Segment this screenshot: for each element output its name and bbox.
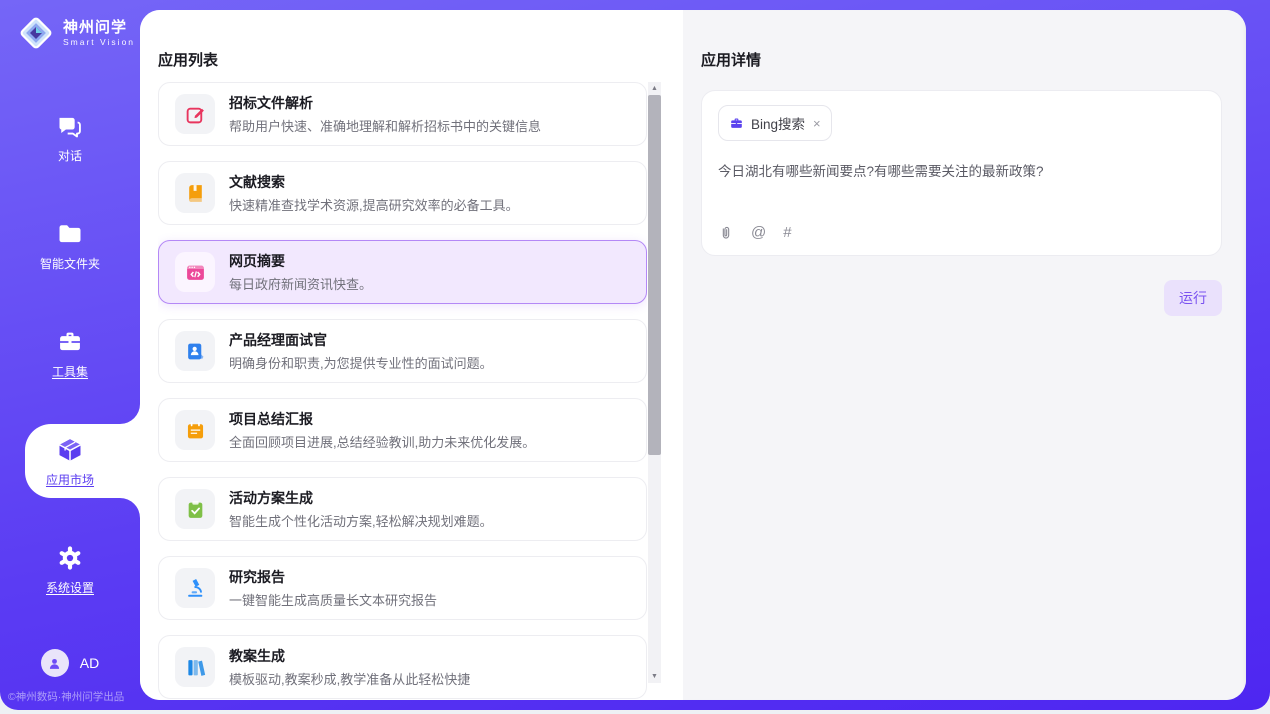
app-detail-panel: 应用详情 Bing搜索 × 今日湖北有哪些新闻要点?有哪些需要关注的最新政策? [683,10,1246,700]
microscope-icon [185,578,206,599]
main-content: 应用列表 招标文件解析 帮助用户快速、准确地理解和解析招标书中的关键信息 [140,10,1246,700]
user-name: AD [80,655,99,671]
chat-icon [56,112,84,140]
app-name: 网页摘要 [229,252,372,270]
app-name: 教案生成 [229,647,470,665]
app-card-literature-search[interactable]: 文献搜索 快速精准查找学术资源,提高研究效率的必备工具。 [158,161,647,225]
briefcase-icon [729,116,744,131]
scrollbar[interactable]: ▲ ▼ [648,82,661,683]
app-card-bid-parse[interactable]: 招标文件解析 帮助用户快速、准确地理解和解析招标书中的关键信息 [158,82,647,146]
app-description: 明确身份和职责,为您提供专业性的面试问题。 [229,353,493,372]
app-window: 神州问学 Smart Vision 对话 智能文件夹 [0,0,1270,710]
sidebar-item-app-market[interactable]: 应用市场 [0,436,140,489]
app-description: 智能生成个性化活动方案,轻松解决规划难题。 [229,511,493,530]
scrollbar-thumb[interactable] [648,95,661,455]
app-name: 文献搜索 [229,173,519,191]
app-card-research-report[interactable]: 研究报告 一键智能生成高质量长文本研究报告 [158,556,647,620]
query-text[interactable]: 今日湖北有哪些新闻要点?有哪些需要关注的最新政策? [718,162,1205,182]
app-card-pm-interviewer[interactable]: 产品经理面试官 明确身份和职责,为您提供专业性的面试问题。 [158,319,647,383]
toolbox-icon [56,328,84,356]
sidebar-item-toolset[interactable]: 工具集 [0,328,140,381]
paperclip-icon[interactable] [718,225,734,241]
app-name: 研究报告 [229,568,437,586]
sidebar-item-chat[interactable]: 对话 [0,112,140,165]
sidebar-item-label: 系统设置 [46,579,94,596]
app-name: 产品经理面试官 [229,331,493,349]
app-description: 全面回顾项目进展,总结经验教训,助力未来优化发展。 [229,432,535,451]
app-name: 项目总结汇报 [229,410,535,428]
run-button[interactable]: 运行 [1164,280,1222,316]
app-name: 招标文件解析 [229,94,541,112]
sidebar-item-settings[interactable]: 系统设置 [0,544,140,597]
app-card-web-summary[interactable]: 网页摘要 每日政府新闻资讯快查。 [158,240,647,304]
app-description: 一键智能生成高质量长文本研究报告 [229,590,437,609]
hash-icon[interactable]: # [783,225,791,241]
edit-document-icon [185,104,206,125]
prompt-input-area[interactable]: Bing搜索 × 今日湖北有哪些新闻要点?有哪些需要关注的最新政策? @ # [701,90,1222,256]
scroll-down-button[interactable]: ▼ [648,670,661,683]
notepad-icon [185,420,206,441]
cube-icon [56,436,84,464]
app-list-panel: 应用列表 招标文件解析 帮助用户快速、准确地理解和解析招标书中的关键信息 [140,10,683,700]
app-detail-title: 应用详情 [701,49,761,70]
browser-code-icon [185,262,206,283]
avatar [41,649,69,677]
scroll-up-button[interactable]: ▲ [648,82,661,95]
clipboard-check-icon [185,499,206,520]
book-icon [185,183,206,204]
app-description: 快速精准查找学术资源,提高研究效率的必备工具。 [229,195,519,214]
resume-icon [185,341,206,362]
tool-chip-bing-search[interactable]: Bing搜索 × [718,105,832,141]
person-icon [46,655,63,672]
sidebar-item-label: 对话 [58,147,82,164]
app-description: 模板驱动,教案秒成,教学准备从此轻松快捷 [229,669,470,688]
sidebar-item-label: 智能文件夹 [40,255,100,272]
app-list-title: 应用列表 [158,49,218,70]
tool-chip-label: Bing搜索 [751,113,805,133]
app-list: 招标文件解析 帮助用户快速、准确地理解和解析招标书中的关键信息 文献搜索 快速精… [158,82,647,700]
user-account[interactable]: AD [0,649,140,677]
sidebar-item-smart-folder[interactable]: 智能文件夹 [0,220,140,273]
sidebar-item-label: 应用市场 [46,471,94,488]
sidebar-item-label: 工具集 [52,363,88,380]
sidebar-nav: 对话 智能文件夹 工具集 应用市场 [0,0,140,710]
app-card-lesson-plan[interactable]: 教案生成 模板驱动,教案秒成,教学准备从此轻松快捷 [158,635,647,699]
gear-icon [56,544,84,572]
app-card-project-summary[interactable]: 项目总结汇报 全面回顾项目进展,总结经验教训,助力未来优化发展。 [158,398,647,462]
app-card-event-plan[interactable]: 活动方案生成 智能生成个性化活动方案,轻松解决规划难题。 [158,477,647,541]
copyright-text: ©神州数码·神州问学出品 [8,689,124,704]
app-description: 帮助用户快速、准确地理解和解析招标书中的关键信息 [229,116,541,135]
folder-icon [56,220,84,248]
close-icon[interactable]: × [813,117,821,130]
at-icon[interactable]: @ [751,225,766,241]
app-description: 每日政府新闻资讯快查。 [229,274,372,293]
books-icon [185,657,206,678]
sidebar: 神州问学 Smart Vision 对话 智能文件夹 [0,0,140,710]
app-name: 活动方案生成 [229,489,493,507]
input-toolbar: @ # [718,225,809,241]
